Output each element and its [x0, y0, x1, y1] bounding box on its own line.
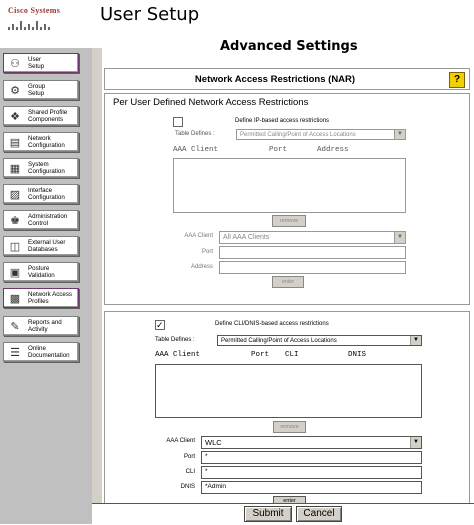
section-heading: Per User Defined Network Access Restrict…: [113, 97, 309, 108]
aaa-client-label: AAA Client: [184, 233, 213, 239]
sidebar-item-label: System Configuration: [28, 161, 65, 175]
sidebar-item-label: Group Setup: [28, 83, 46, 97]
sidebar-item-shared-profile[interactable]: ❖ Shared Profile Components: [3, 106, 79, 126]
cli-dnis-restrictions-list[interactable]: [155, 364, 422, 418]
posture-icon: ▣: [9, 266, 21, 279]
enter-button[interactable]: enter: [272, 276, 304, 288]
sidebar-item-label: Online Documentation: [28, 345, 70, 359]
sidebar-item-label: External User Databases: [28, 239, 66, 253]
cisco-logo: Cisco Systems: [8, 6, 78, 46]
shared-profile-icon: ❖: [10, 110, 20, 123]
table-defines-label: Table Defines :: [175, 131, 215, 137]
table-defines-select[interactable]: Permitted Calling/Point of Access Locati…: [217, 335, 422, 346]
sidebar-item-reports-activity[interactable]: ✎ Reports and Activity: [3, 316, 79, 336]
port-input[interactable]: *: [201, 451, 422, 464]
documentation-icon: ☰: [10, 346, 20, 359]
address-input[interactable]: [219, 261, 406, 274]
sidebar-item-label: Administration Control: [28, 213, 68, 227]
port-input[interactable]: [219, 246, 406, 259]
sidebar-item-label: User Setup: [28, 56, 45, 70]
dnis-input[interactable]: *Admin: [201, 481, 422, 494]
system-icon: ▦: [9, 162, 21, 175]
column-header-aaa-client: AAA Client: [173, 146, 219, 154]
checkmark-icon: ✓: [156, 320, 164, 330]
cli-dnis-label: Define CLI/DNIS-based access restriction…: [215, 321, 329, 327]
advanced-settings-title: Advanced Settings: [220, 39, 358, 54]
table-defines-label: Table Defines :: [155, 337, 195, 343]
sidebar-item-external-user-databases[interactable]: ◫ External User Databases: [3, 236, 79, 256]
interface-icon: ▨: [9, 188, 21, 201]
aaa-client-select[interactable]: All AAA Clients ▼: [219, 231, 406, 244]
frame-divider: [92, 48, 102, 524]
sidebar-item-label: Network Access Profiles: [28, 291, 73, 305]
sidebar-item-network-access-profiles[interactable]: ▩ Network Access Profiles: [3, 288, 79, 308]
ip-restrictions-checkbox[interactable]: [173, 117, 183, 127]
column-header-dnis: DNIS: [348, 351, 367, 359]
sidebar-item-online-documentation[interactable]: ☰ Online Documentation: [3, 342, 79, 362]
ip-restrictions-section: Per User Defined Network Access Restrict…: [104, 93, 470, 305]
column-header-port: Port: [269, 146, 288, 154]
column-header-aaa-client: AAA Client: [155, 351, 201, 359]
sidebar-item-label: Network Configuration: [28, 135, 65, 149]
logo-bars-icon: [8, 21, 78, 30]
column-header-cli: CLI: [285, 351, 299, 359]
user-icon: ⚇: [10, 57, 20, 70]
select-value: Permitted Calling/Point of Access Locati…: [221, 338, 337, 344]
column-header-port: Port: [251, 351, 270, 359]
cancel-button[interactable]: Cancel: [296, 506, 342, 522]
sidebar-item-group-setup[interactable]: ⚙ Group Setup: [3, 80, 79, 100]
chevron-down-icon: ▼: [394, 130, 405, 139]
select-value: Permitted Calling/Point of Access Locati…: [240, 132, 356, 138]
ip-restrictions-label: Define IP-based access restrictions: [235, 118, 330, 124]
logo-text: Cisco Systems: [8, 6, 61, 15]
sidebar: ⚇ User Setup ⚙ Group Setup ❖ Shared Prof…: [0, 48, 93, 524]
admin-icon: ♚: [10, 214, 20, 227]
database-icon: ◫: [9, 240, 21, 253]
address-label: Address: [190, 264, 213, 270]
cli-label: CLI: [185, 469, 195, 475]
submit-button[interactable]: Submit: [244, 506, 292, 522]
network-icon: ▤: [9, 136, 21, 149]
column-header-address: Address: [317, 146, 349, 154]
sidebar-item-label: Interface Configuration: [28, 187, 65, 201]
reports-icon: ✎: [10, 320, 20, 333]
nar-title: Network Access Restrictions (NAR): [194, 74, 356, 85]
nar-header: Network Access Restrictions (NAR) ?: [104, 68, 470, 90]
cli-dnis-restrictions-section: ✓ Define CLI/DNIS-based access restricti…: [104, 311, 470, 506]
sidebar-item-label: Reports and Activity: [28, 319, 62, 333]
port-label: Port: [201, 249, 213, 255]
sidebar-item-label: Posture Validation: [28, 265, 55, 279]
sidebar-item-network-configuration[interactable]: ▤ Network Configuration: [3, 132, 79, 152]
remove-button[interactable]: remove: [272, 215, 306, 227]
sidebar-item-label: Shared Profile Components: [28, 109, 68, 123]
port-label: Port: [183, 454, 195, 460]
chevron-down-icon: ▼: [410, 336, 421, 345]
cli-dnis-checkbox[interactable]: ✓: [155, 320, 165, 330]
sidebar-item-posture-validation[interactable]: ▣ Posture Validation: [3, 262, 79, 282]
dnis-label: DNIS: [180, 484, 195, 490]
table-defines-select[interactable]: Permitted Calling/Point of Access Locati…: [236, 129, 406, 140]
chevron-down-icon: ▼: [410, 437, 421, 448]
sidebar-item-administration-control[interactable]: ♚ Administration Control: [3, 210, 79, 230]
aaa-client-select[interactable]: WLC ▼: [201, 436, 422, 449]
cli-input[interactable]: *: [201, 466, 422, 479]
select-value: All AAA Clients: [223, 234, 270, 241]
sidebar-item-user-setup[interactable]: ⚇ User Setup: [3, 53, 79, 73]
aaa-client-label: AAA Client: [166, 438, 195, 444]
page-title: User Setup: [100, 4, 200, 25]
network-access-icon: ▩: [9, 292, 21, 305]
ip-restrictions-list[interactable]: [173, 158, 406, 213]
group-icon: ⚙: [10, 84, 20, 97]
help-icon[interactable]: ?: [449, 72, 465, 88]
select-value: WLC: [205, 438, 222, 447]
chevron-down-icon: ▼: [394, 232, 405, 243]
sidebar-item-system-configuration[interactable]: ▦ System Configuration: [3, 158, 79, 178]
sidebar-item-interface-configuration[interactable]: ▨ Interface Configuration: [3, 184, 79, 204]
remove-button[interactable]: remove: [273, 421, 306, 433]
